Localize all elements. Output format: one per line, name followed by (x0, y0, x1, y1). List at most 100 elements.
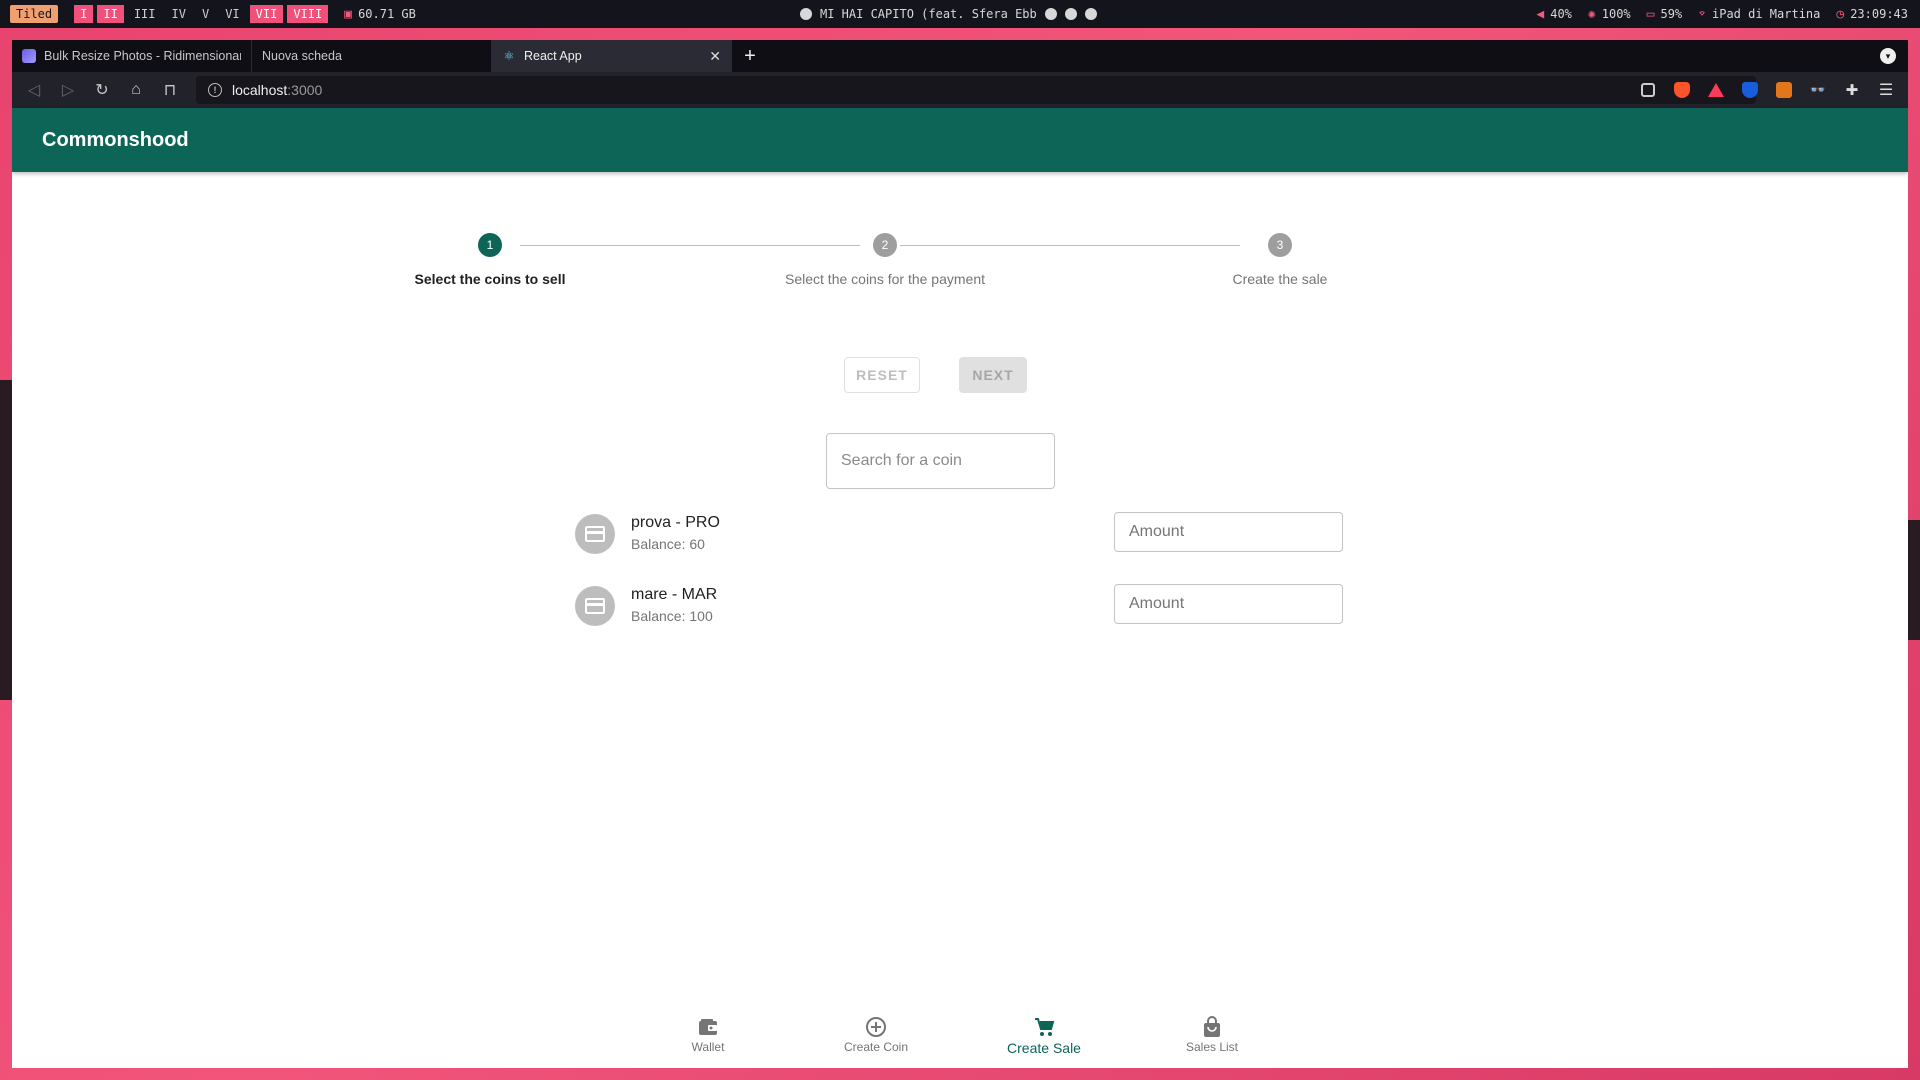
reload-icon[interactable]: ↻ (88, 76, 116, 104)
wallet-icon (628, 1016, 788, 1038)
credit-card-icon (585, 598, 605, 614)
brightness-value: 100% (1601, 7, 1631, 21)
previous-track-icon[interactable] (1044, 8, 1057, 20)
app-title: Commonshood (42, 128, 189, 151)
coin-search-input[interactable] (826, 433, 1055, 489)
nav-label: Wallet (691, 1040, 725, 1054)
url-host: localhost (232, 82, 288, 98)
amount-input[interactable] (1114, 512, 1343, 552)
battery: ▭ 59% (1647, 7, 1683, 22)
step-1: 1 Select the coins to sell (370, 233, 610, 287)
browser-window: Bulk Resize Photos - Ridimensionare Nuov… (12, 40, 1908, 1068)
battery-icon: ▭ (1646, 6, 1655, 22)
brightness[interactable]: ✺ 100% (1588, 7, 1631, 22)
url-port: :3000 (287, 82, 323, 98)
tab-bar: Bulk Resize Photos - Ridimensionare Nuov… (12, 40, 1908, 72)
coin-name: prova - PRO (631, 514, 720, 531)
step-1-number: 1 (478, 233, 502, 257)
clock-time: 23:09:43 (1850, 7, 1908, 21)
step-2-number: 2 (873, 233, 897, 257)
workspace-7[interactable]: VII (249, 5, 284, 23)
workspace-3[interactable]: III (128, 5, 162, 23)
extensions-icon[interactable]: ✚ (1838, 76, 1866, 104)
site-info-icon[interactable]: ! (208, 83, 222, 97)
browser-toolbar: ◁ ▷ ↻ ⌂ ⊓ ! localhost:3000 👓 ✚ ☰ (12, 72, 1908, 108)
step-1-label: Select the coins to sell (414, 271, 566, 287)
disk-value: 60.71 GB (358, 7, 416, 21)
media-player: MI HAI CAPITO (feat. Sfera Ebb (800, 7, 1097, 21)
metamask-icon[interactable] (1770, 76, 1798, 104)
layout-indicator[interactable]: Tiled (10, 5, 59, 23)
nav-wallet[interactable]: Wallet (628, 1016, 788, 1054)
workspace-2[interactable]: II (97, 5, 124, 23)
tab-title: Bulk Resize Photos - Ridimensionare (44, 49, 241, 63)
volume[interactable]: ◀ 40% (1536, 7, 1572, 22)
shopping-bag-icon (1132, 1016, 1292, 1038)
bitwarden-icon[interactable] (1736, 76, 1764, 104)
nav-create-coin[interactable]: Create Coin (796, 1016, 956, 1054)
coin-balance: Balance: 100 (631, 608, 713, 624)
reset-button[interactable]: RESET (844, 357, 920, 393)
workspace-6[interactable]: VI (219, 5, 245, 23)
close-tab-icon[interactable]: ✕ (709, 48, 721, 65)
app-content: Commonshood 1 Select the coins to sell 2… (12, 108, 1908, 1068)
step-2: 2 Select the coins for the payment (765, 233, 1005, 287)
wallpaper-edge-left (0, 380, 12, 700)
next-track-icon[interactable] (1084, 8, 1097, 20)
next-button[interactable]: NEXT (959, 357, 1027, 393)
step-3: 3 Create the sale (1160, 233, 1400, 287)
forward-icon[interactable]: ▷ (54, 76, 82, 104)
brave-rewards-icon[interactable] (1702, 76, 1730, 104)
tab-new-tab[interactable]: Nuova scheda (252, 40, 492, 72)
wallpaper-edge-right (1908, 520, 1920, 640)
spotify-icon (800, 8, 812, 20)
tab-title: Nuova scheda (262, 49, 342, 63)
stepper: 1 Select the coins to sell 2 Select the … (415, 233, 1410, 303)
bottom-navigation: Wallet Create Coin Create Sale Sales Lis… (12, 1008, 1908, 1068)
nav-label: Create Coin (843, 1040, 909, 1054)
tab-react-app[interactable]: ⚛ React App ✕ (492, 40, 732, 72)
new-tab-button[interactable]: + (732, 40, 768, 72)
coin-avatar (575, 586, 615, 626)
coin-list-item: mare - MAR Balance: 100 (575, 576, 1355, 636)
address-bar[interactable]: ! localhost:3000 (196, 76, 1756, 104)
bulk-resize-favicon-icon (22, 49, 36, 63)
back-icon[interactable]: ◁ (20, 76, 48, 104)
credit-card-icon (585, 526, 605, 542)
nav-label: Create Sale (1007, 1040, 1081, 1056)
brave-shields-icon[interactable] (1668, 76, 1696, 104)
amount-input[interactable] (1114, 584, 1343, 624)
workspace-5[interactable]: V (196, 5, 215, 23)
workspace-8[interactable]: VIII (287, 5, 329, 23)
wifi-network: iPad di Martina (1712, 7, 1821, 21)
wifi[interactable]: ⌔ iPad di Martina (1698, 7, 1820, 22)
add-circle-icon (796, 1016, 956, 1038)
nav-sales-list[interactable]: Sales List (1132, 1016, 1292, 1054)
plus-icon: + (744, 44, 756, 67)
disk-usage: ▣ 60.71 GB (344, 7, 416, 22)
pause-icon[interactable] (1064, 8, 1077, 20)
cart-icon (964, 1016, 1124, 1038)
menu-icon[interactable]: ☰ (1872, 76, 1900, 104)
coin-list-item: prova - PRO Balance: 60 (575, 504, 1355, 564)
react-favicon-icon: ⚛ (503, 49, 515, 63)
volume-icon: ◀ (1536, 6, 1545, 22)
tab-bulk-resize[interactable]: Bulk Resize Photos - Ridimensionare (12, 40, 252, 72)
incognito-icon[interactable]: 👓 (1804, 76, 1832, 104)
coin-balance: Balance: 60 (631, 536, 705, 552)
coin-name: mare - MAR (631, 586, 718, 603)
step-2-label: Select the coins for the payment (785, 271, 985, 287)
tab-list-menu-icon[interactable]: ▾ (1880, 48, 1896, 64)
bookmark-icon[interactable]: ⊓ (156, 76, 184, 104)
clock: ◷ 23:09:43 (1836, 7, 1908, 22)
volume-value: 40% (1550, 7, 1572, 21)
home-icon[interactable]: ⌂ (122, 76, 150, 104)
workspace-1[interactable]: I (74, 5, 94, 23)
coin-avatar (575, 514, 615, 554)
qr-code-icon[interactable] (1634, 76, 1662, 104)
wifi-icon: ⌔ (1698, 6, 1706, 22)
step-3-number: 3 (1268, 233, 1292, 257)
workspace-4[interactable]: IV (166, 5, 192, 23)
nav-create-sale[interactable]: Create Sale (964, 1016, 1124, 1056)
app-bar: Commonshood (12, 108, 1908, 172)
